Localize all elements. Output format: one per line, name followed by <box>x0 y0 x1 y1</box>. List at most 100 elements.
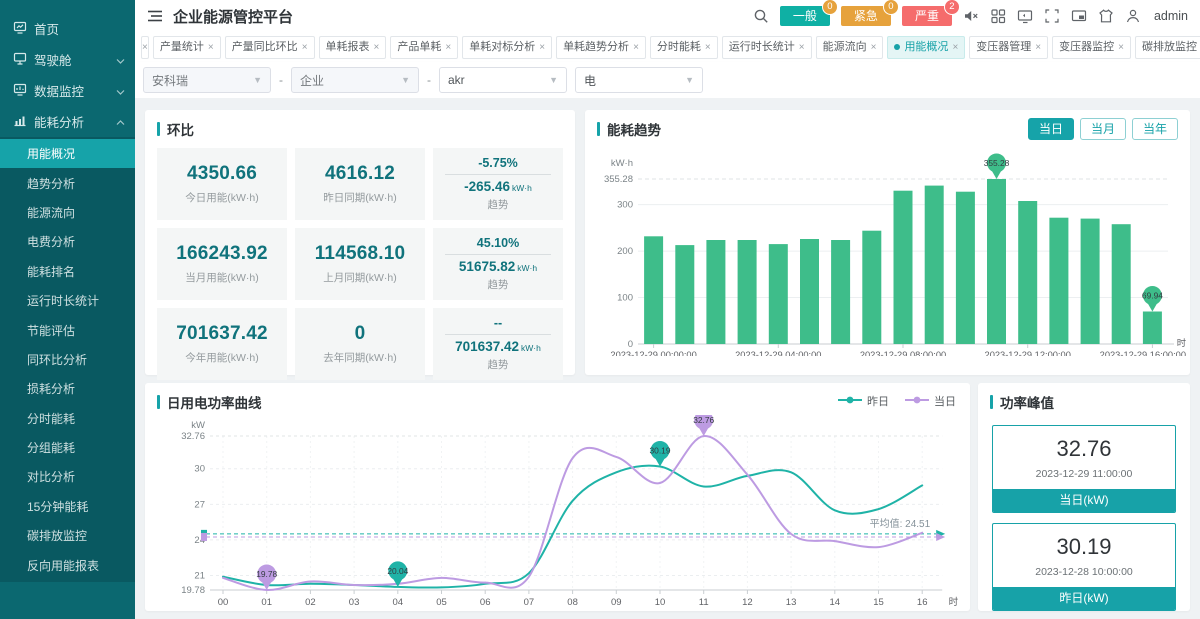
sidebar-subitem-分组能耗[interactable]: 分组能耗 <box>0 433 135 462</box>
picture-in-picture-icon[interactable] <box>1071 8 1087 24</box>
apps-grid-icon[interactable] <box>990 8 1006 24</box>
sidebar-item-能耗分析[interactable]: 能耗分析 <box>0 106 135 137</box>
sidebar-item-首页[interactable]: 首页 <box>0 13 135 44</box>
legend-item-当日[interactable]: 当日 <box>905 393 956 409</box>
fullscreen-icon[interactable] <box>1044 8 1060 24</box>
sidebar-subitem-用能概况[interactable]: 用能概况 <box>0 139 135 168</box>
search-icon[interactable] <box>753 8 769 24</box>
tab-单耗趋势分析[interactable]: 单耗趋势分析× <box>556 36 646 59</box>
stat-card-8: 0 去年同期(kW·h) <box>295 308 425 380</box>
sidebar-subitem-趋势分析[interactable]: 趋势分析 <box>0 168 135 197</box>
tab-close-icon[interactable]: × <box>633 37 639 58</box>
sidebar-subitem-节能评估[interactable]: 节能评估 <box>0 315 135 344</box>
chevron-down-icon: ▼ <box>401 75 410 85</box>
svg-text:30.19: 30.19 <box>650 445 671 455</box>
legend-item-昨日[interactable]: 昨日 <box>838 393 889 409</box>
sidebar-subitem-分时能耗[interactable]: 分时能耗 <box>0 404 135 433</box>
tab-能源流向[interactable]: 能源流向× <box>816 36 884 59</box>
tab-close-icon[interactable]: × <box>871 37 877 58</box>
tab-close-icon[interactable]: × <box>952 37 958 58</box>
user-avatar-icon[interactable] <box>1125 8 1141 24</box>
tab-label: 运行时长统计 <box>729 37 795 58</box>
tab-close-icon[interactable]: × <box>374 37 380 58</box>
tab-变压器管理[interactable]: 变压器管理× <box>969 36 1048 59</box>
theme-skin-icon[interactable] <box>1098 8 1114 24</box>
sidebar-subitem-能耗排名[interactable]: 能耗排名 <box>0 257 135 286</box>
collapse-menu-icon[interactable] <box>147 9 163 23</box>
svg-text:03: 03 <box>349 597 360 608</box>
tab-close-icon[interactable]: × <box>445 37 451 58</box>
sidebar-subitem-运行时长统计[interactable]: 运行时长统计 <box>0 286 135 315</box>
alarm-badge-2[interactable]: 紧急0 <box>841 6 891 26</box>
tab-partial[interactable]: × <box>141 36 149 59</box>
active-tab-dot <box>894 44 900 50</box>
legend-label: 当日 <box>934 393 956 409</box>
svg-text:时: 时 <box>1177 337 1186 348</box>
tab-单耗对标分析[interactable]: 单耗对标分析× <box>462 36 552 59</box>
peak-cards: 32.762023-12-29 11:00:00当日(kW)30.192023-… <box>978 425 1190 611</box>
title-mark <box>157 122 160 136</box>
stat-card-2: 4616.12昨日同期(kW·h) <box>295 148 425 220</box>
filter-select-4[interactable]: 电▼ <box>575 67 703 93</box>
sidebar-item-数据监控[interactable]: 数据监控 <box>0 75 135 106</box>
svg-text:00: 00 <box>218 597 229 608</box>
stat-card-4: 166243.92当月用能(kW·h) <box>157 228 287 300</box>
tab-label: 分时能耗 <box>657 37 701 58</box>
range-button-当月[interactable]: 当月 <box>1080 118 1126 140</box>
stat-card-3: -5.75%-265.46kW·h趋势 <box>433 148 563 220</box>
stat-label: 去年同期(kW·h) <box>323 350 397 365</box>
range-button-当日[interactable]: 当日 <box>1028 118 1074 140</box>
sidebar-subitem-电费分析[interactable]: 电费分析 <box>0 227 135 256</box>
filter-select-value: 企业 <box>300 72 324 89</box>
tab-碳排放监控[interactable]: 碳排放监控× <box>1135 36 1200 59</box>
chevron-down-icon <box>116 84 125 98</box>
filter-select-3[interactable]: akr▼ <box>439 67 567 93</box>
tab-产量统计[interactable]: 产量统计× <box>153 36 221 59</box>
tab-close-icon[interactable]: × <box>142 37 148 58</box>
sidebar-subitem-碳排放监控[interactable]: 碳排放监控 <box>0 521 135 550</box>
sidebar-subitem-损耗分析[interactable]: 损耗分析 <box>0 374 135 403</box>
tab-用能概况[interactable]: 用能概况× <box>887 36 965 59</box>
svg-text:10: 10 <box>655 597 666 608</box>
tab-变压器监控[interactable]: 变压器监控× <box>1052 36 1131 59</box>
tab-分时能耗[interactable]: 分时能耗× <box>650 36 718 59</box>
sidebar-subitem-同环比分析[interactable]: 同环比分析 <box>0 345 135 374</box>
sidebar-subitem-15分钟能耗[interactable]: 15分钟能耗 <box>0 492 135 521</box>
tab-close-icon[interactable]: × <box>208 37 214 58</box>
tab-close-icon[interactable]: × <box>799 37 805 58</box>
stat-value: 4616.12 <box>325 163 395 185</box>
tab-产品单耗[interactable]: 产品单耗× <box>390 36 458 59</box>
cockpit-icon <box>13 51 27 68</box>
username[interactable]: admin <box>1154 9 1188 23</box>
tab-close-icon[interactable]: × <box>1118 37 1124 58</box>
alarm-badge-1[interactable]: 一般0 <box>780 6 830 26</box>
svg-text:27: 27 <box>194 499 205 510</box>
peak-time: 2023-12-29 11:00:00 <box>993 468 1175 480</box>
stat-label: 今日用能(kW·h) <box>185 190 259 205</box>
tab-close-icon[interactable]: × <box>705 37 711 58</box>
sidebar-subitem-反向用能报表[interactable]: 反向用能报表 <box>0 550 135 579</box>
sidebar-subitem-能源流向[interactable]: 能源流向 <box>0 198 135 227</box>
range-button-当年[interactable]: 当年 <box>1132 118 1178 140</box>
svg-text:14: 14 <box>830 597 841 608</box>
stat-value: 0 <box>355 323 366 345</box>
app-title: 企业能源管控平台 <box>173 6 293 27</box>
svg-text:2023-12-29 16:00:00: 2023-12-29 16:00:00 <box>1100 350 1186 356</box>
mute-icon[interactable] <box>963 8 979 24</box>
alarm-badge-3[interactable]: 严重2 <box>902 6 952 26</box>
energy-analysis-icon <box>13 113 27 130</box>
sidebar-item-驾驶舱[interactable]: 驾驶舱 <box>0 44 135 75</box>
header-right: 一般0 紧急0 严重2 admin <box>753 6 1188 26</box>
tab-产量同比环比[interactable]: 产量同比环比× <box>225 36 315 59</box>
tab-label: 用能概况 <box>904 37 948 58</box>
tab-单耗报表[interactable]: 单耗报表× <box>319 36 387 59</box>
tab-close-icon[interactable]: × <box>1035 37 1041 58</box>
tab-close-icon[interactable]: × <box>302 37 308 58</box>
tab-close-icon[interactable]: × <box>539 37 545 58</box>
filter-select-2[interactable]: 企业 ▼ <box>291 67 419 93</box>
trend-divider <box>445 334 552 335</box>
screen-share-icon[interactable] <box>1017 8 1033 24</box>
tab-运行时长统计[interactable]: 运行时长统计× <box>722 36 812 59</box>
filter-select-1[interactable]: 安科瑞▼ <box>143 67 271 93</box>
sidebar-subitem-对比分析[interactable]: 对比分析 <box>0 462 135 491</box>
